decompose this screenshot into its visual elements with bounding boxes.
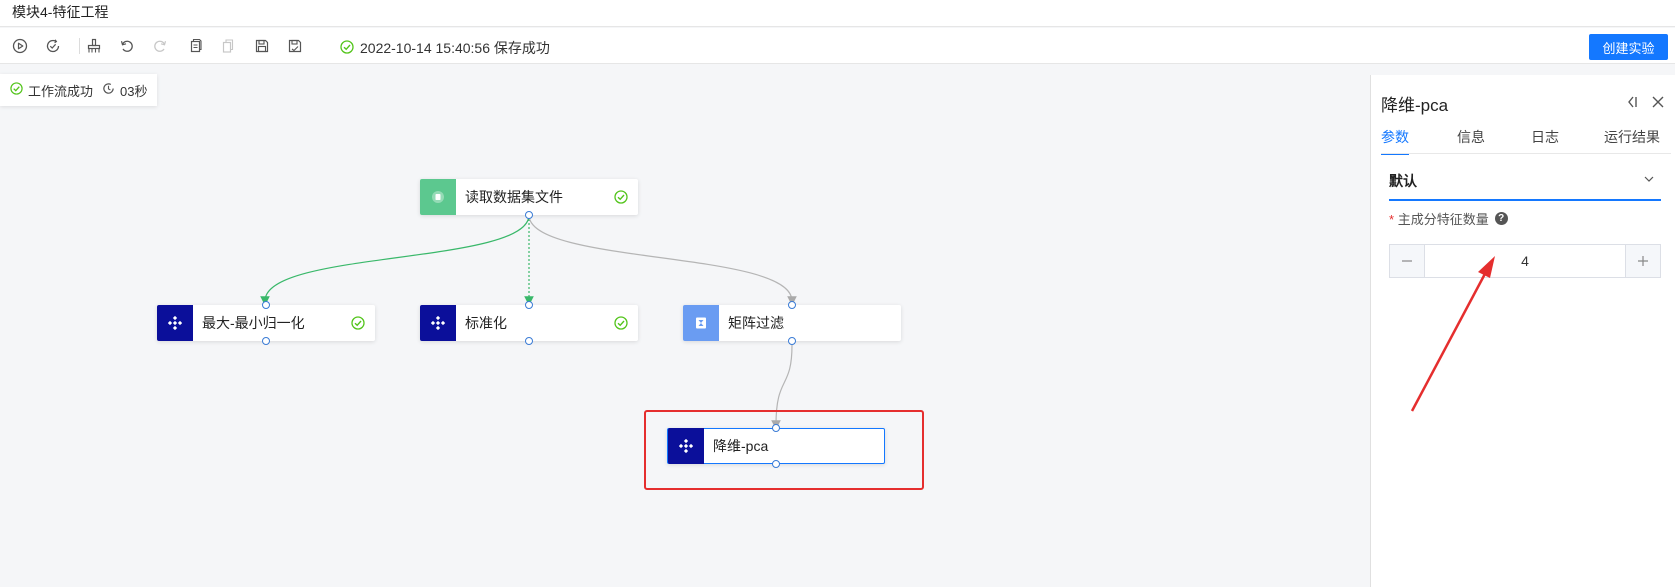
- tab-results[interactable]: 运行结果: [1604, 127, 1660, 153]
- node-output-port[interactable]: [788, 337, 796, 345]
- success-check-icon: [614, 190, 628, 204]
- param-label-text: 主成分特征数量: [1397, 212, 1489, 227]
- components-input[interactable]: [1425, 245, 1625, 277]
- toolbar: 2022-10-14 15:40:56 保存成功 创建实验: [0, 28, 1675, 64]
- dataset-icon: [420, 179, 456, 215]
- node-label: 读取数据集文件: [465, 189, 563, 205]
- workflow-duration: 03秒: [120, 83, 148, 99]
- node-matrix-filter[interactable]: 矩阵过滤: [683, 305, 901, 341]
- tab-info[interactable]: 信息: [1457, 127, 1485, 153]
- component-icon: [157, 305, 193, 341]
- create-experiment-button[interactable]: 创建实验: [1589, 34, 1668, 60]
- copy-icon[interactable]: [185, 36, 205, 56]
- node-standardize[interactable]: 标准化: [420, 305, 638, 341]
- node-label: 标准化: [465, 315, 507, 331]
- workflow-status: 工作流成功 03秒: [0, 74, 158, 106]
- save-status: 2022-10-14 15:40:56 保存成功: [340, 38, 550, 58]
- section-default-header[interactable]: 默认: [1389, 163, 1661, 201]
- node-output-port[interactable]: [525, 337, 533, 345]
- required-mark: *: [1389, 212, 1395, 227]
- node-minmax-normalize[interactable]: 最大-最小归一化: [157, 305, 375, 341]
- close-icon[interactable]: [1649, 93, 1667, 111]
- node-label: 最大-最小归一化: [202, 315, 305, 331]
- node-output-port[interactable]: [262, 337, 270, 345]
- chevron-down-icon: [1643, 172, 1655, 190]
- help-icon[interactable]: ?: [1494, 212, 1508, 225]
- node-input-port[interactable]: [525, 301, 533, 309]
- workflow-status-text: 工作流成功: [28, 83, 94, 99]
- success-check-icon: [614, 316, 628, 330]
- window-title: 模块4-特征工程: [12, 4, 109, 20]
- param-label: * 主成分特征数量 ?: [1389, 209, 1508, 228]
- redo-icon[interactable]: [150, 36, 170, 56]
- sync-icon[interactable]: [43, 36, 63, 56]
- tab-log[interactable]: 日志: [1531, 127, 1559, 153]
- node-input-port[interactable]: [788, 301, 796, 309]
- panel-title: 降维-pca: [1381, 96, 1449, 115]
- decrement-button[interactable]: [1390, 245, 1425, 277]
- undo-icon[interactable]: [117, 36, 137, 56]
- increment-button[interactable]: [1625, 245, 1660, 277]
- component-icon: [420, 305, 456, 341]
- node-label: 矩阵过滤: [728, 315, 784, 331]
- filter-icon: [683, 305, 719, 341]
- save-status-text: 2022-10-14 15:40:56 保存成功: [360, 40, 550, 56]
- title-bar: 模块4-特征工程: [0, 0, 1675, 27]
- save-icon[interactable]: [252, 36, 272, 56]
- clean-icon[interactable]: [84, 36, 104, 56]
- section-title: 默认: [1389, 173, 1417, 189]
- node-output-port[interactable]: [525, 211, 533, 219]
- timer-icon: [102, 82, 115, 98]
- toolbar-divider: [79, 38, 80, 54]
- run-icon[interactable]: [10, 36, 30, 56]
- paste-icon[interactable]: [218, 36, 238, 56]
- save-as-icon[interactable]: [285, 36, 305, 56]
- collapse-icon[interactable]: [1623, 93, 1641, 111]
- tab-params[interactable]: 参数: [1381, 127, 1409, 155]
- components-stepper: [1389, 244, 1661, 278]
- node-read-dataset[interactable]: 读取数据集文件: [420, 179, 638, 215]
- success-check-icon: [10, 82, 23, 98]
- properties-panel: 降维-pca 参数 信息 日志 运行结果 默认 * 主成分特征数量 ?: [1370, 75, 1675, 587]
- node-input-port[interactable]: [262, 301, 270, 309]
- success-check-icon: [340, 39, 354, 57]
- success-check-icon: [351, 316, 365, 330]
- highlight-annotation-box: [644, 410, 924, 490]
- tabs-divider: [1381, 153, 1671, 154]
